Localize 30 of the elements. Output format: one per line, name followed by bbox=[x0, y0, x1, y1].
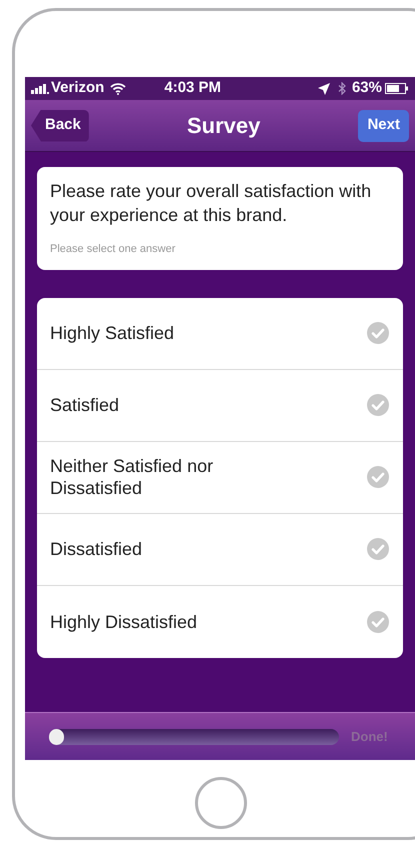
answer-label: Dissatisfied bbox=[50, 538, 144, 560]
carrier-name: Verizon bbox=[51, 78, 104, 98]
answer-option[interactable]: Highly Dissatisfied bbox=[37, 586, 403, 658]
location-arrow-icon bbox=[318, 82, 330, 94]
progress-label: Done! bbox=[351, 728, 388, 746]
check-icon bbox=[367, 322, 389, 344]
answer-label: Satisfied bbox=[50, 394, 120, 416]
check-icon bbox=[367, 538, 389, 560]
check-icon bbox=[367, 610, 389, 632]
question-hint: Please select one answer bbox=[50, 242, 176, 257]
answer-label: Highly Dissatisfied bbox=[50, 610, 198, 632]
nav-title: Survey bbox=[186, 112, 260, 140]
answer-option[interactable]: Dissatisfied bbox=[37, 514, 403, 586]
answer-option[interactable]: Neither Satisfied nor Dissatisfied bbox=[37, 442, 403, 514]
answer-option[interactable]: Satisfied bbox=[37, 370, 403, 442]
status-time: 4:03 PM bbox=[164, 78, 222, 98]
question-text: Please rate your overall satisfaction with your experience at this brand. bbox=[50, 180, 372, 227]
back-button[interactable]: Back bbox=[31, 110, 89, 142]
answer-option[interactable]: Highly Satisfied bbox=[37, 298, 403, 370]
check-icon bbox=[367, 394, 389, 416]
next-button[interactable]: Next bbox=[358, 110, 409, 142]
battery-percent: 63% bbox=[352, 78, 382, 98]
check-icon bbox=[367, 466, 389, 488]
home-button[interactable] bbox=[195, 777, 247, 829]
answer-label: Highly Satisfied bbox=[50, 322, 176, 344]
signal-icon bbox=[31, 84, 49, 94]
wifi-icon bbox=[110, 82, 126, 94]
battery-icon bbox=[385, 83, 409, 94]
answer-label: Neither Satisfied nor Dissatisfied bbox=[50, 455, 214, 499]
bluetooth-icon bbox=[338, 82, 346, 95]
